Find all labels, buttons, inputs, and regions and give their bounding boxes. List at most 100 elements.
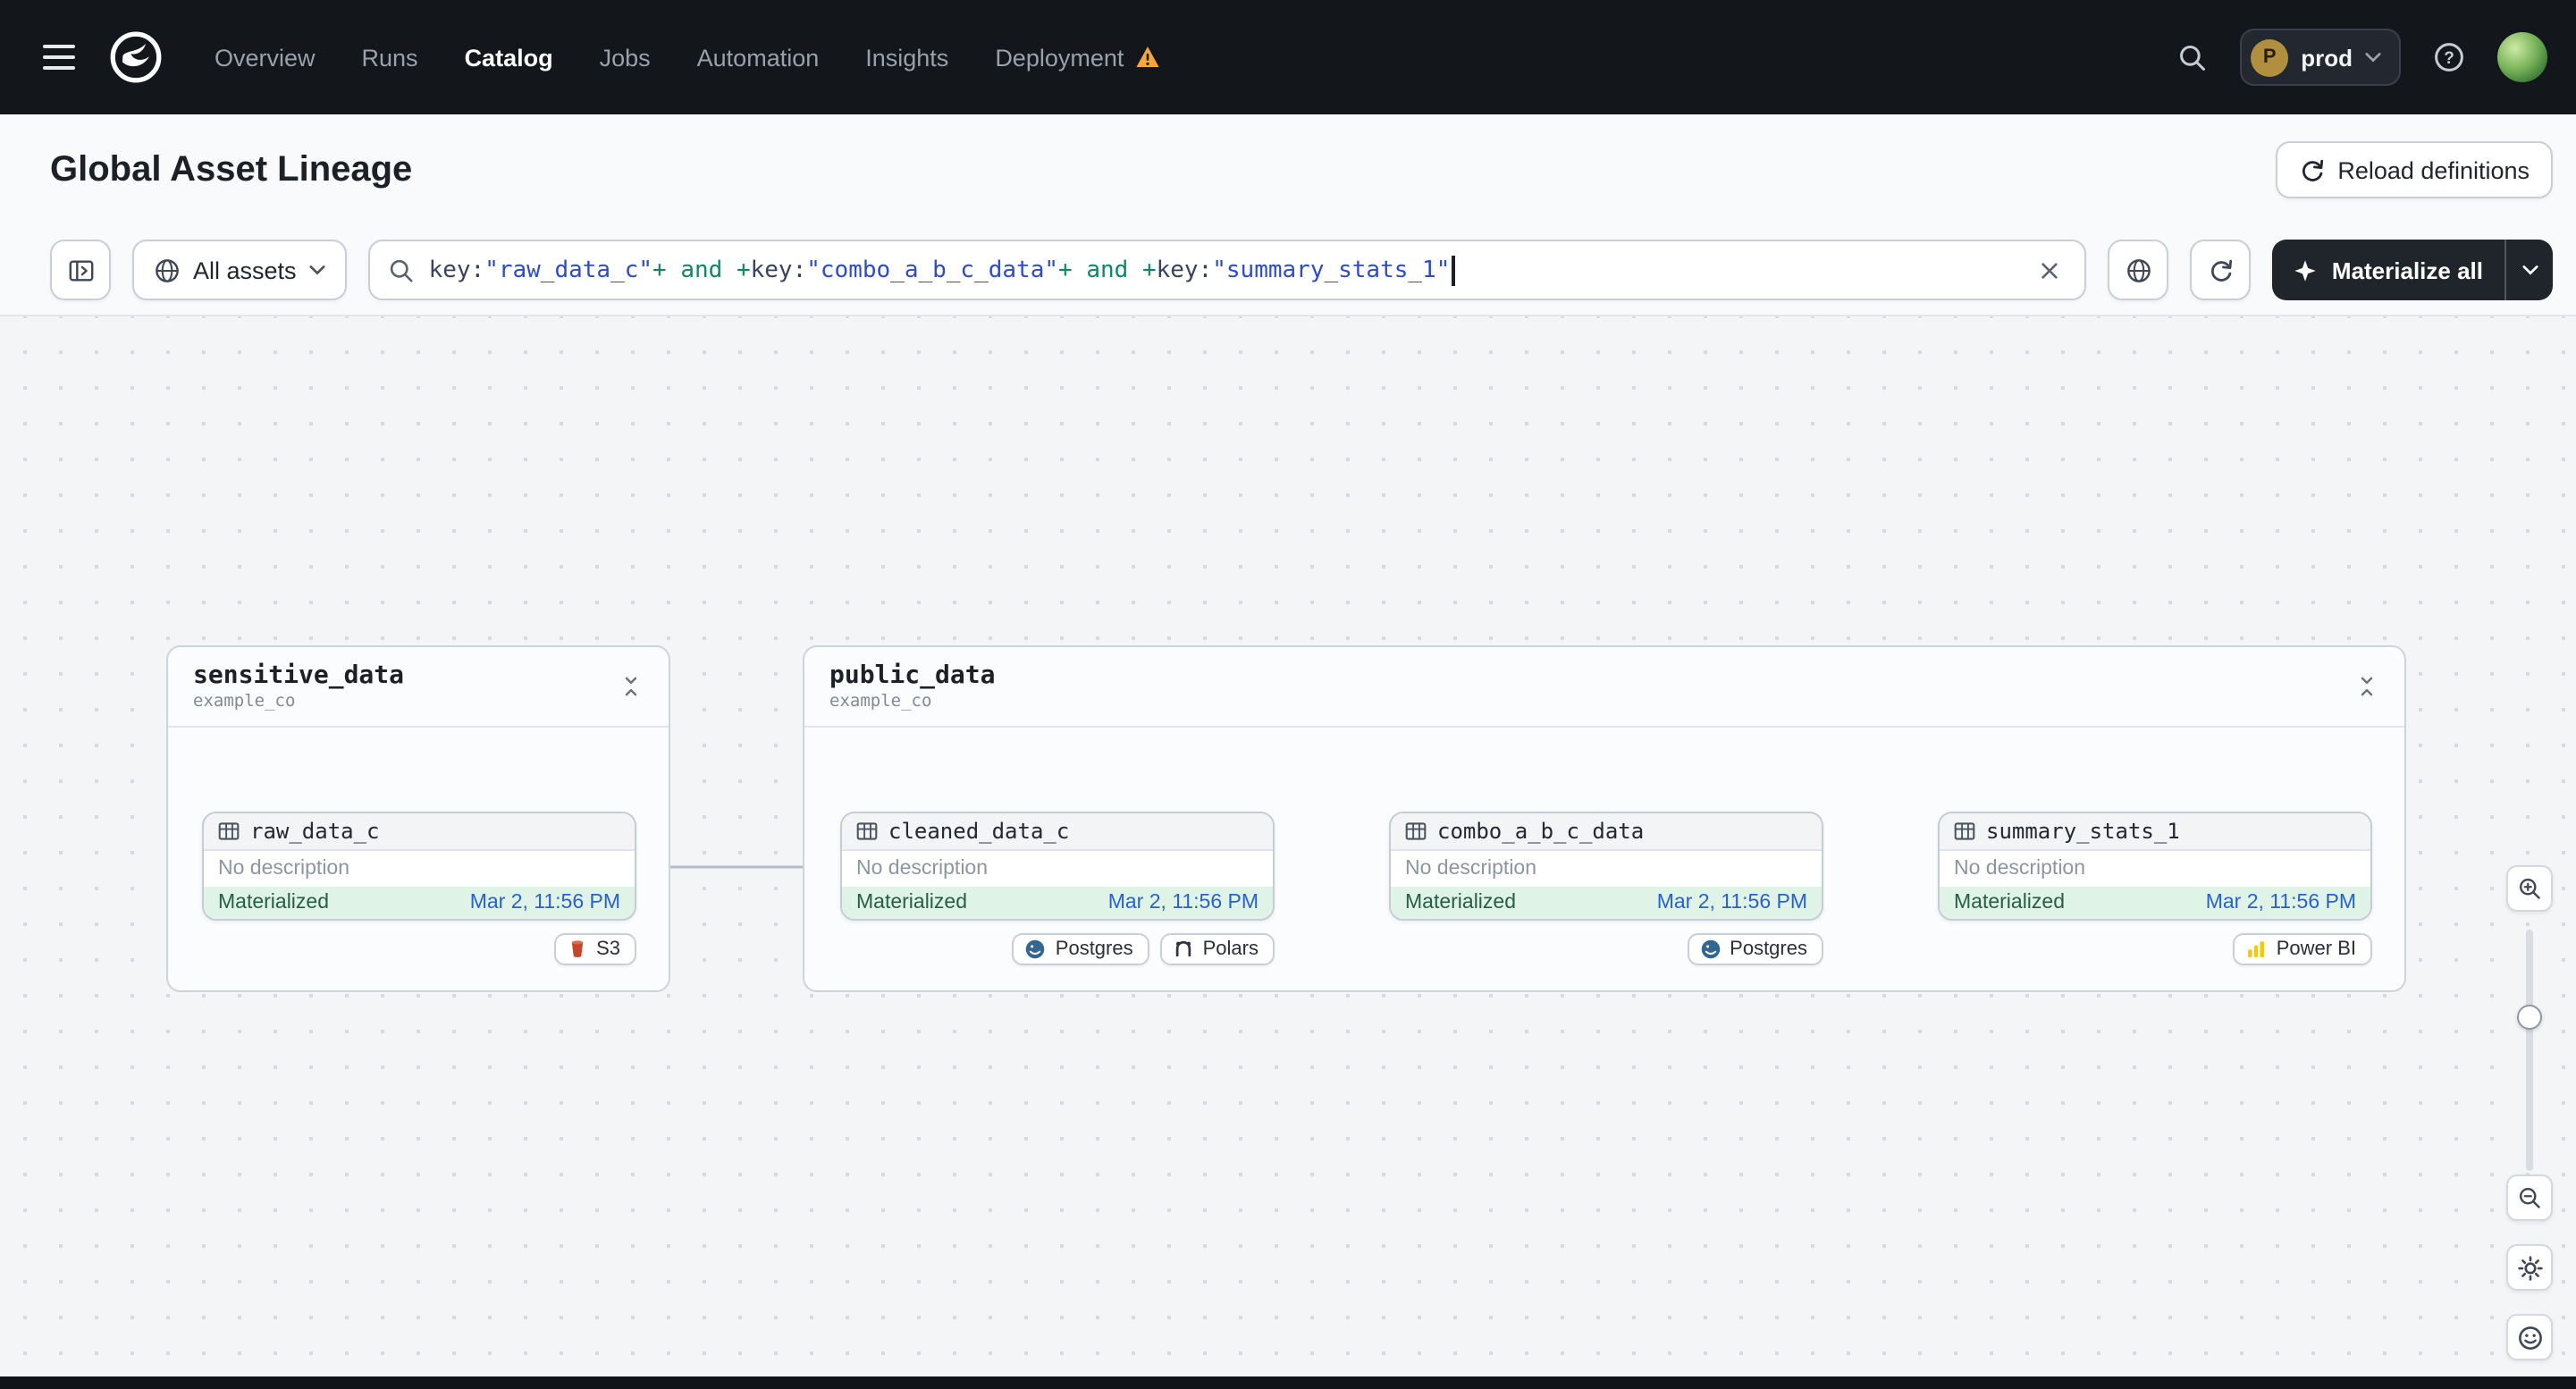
zoom-in-icon [2519,878,2540,899]
open-panel-icon [68,259,93,281]
postgres-icon [1699,939,1721,960]
nav-item-automation[interactable]: Automation [697,44,820,71]
materialize-all-main[interactable]: Materialize all [2273,240,2504,300]
search-icon [388,257,415,283]
zoom-slider-track [2526,930,2533,1171]
chevron-down-icon [309,265,325,275]
nav-item-label: Automation [696,44,820,71]
group-repository: example_co [829,692,932,711]
deployment-name: prod [2301,44,2353,71]
table-icon [1405,821,1427,842]
help-icon: ? [2435,43,2463,72]
zoom-slider[interactable] [2506,930,2553,1171]
asset-name: raw_data_c [250,819,380,844]
asset-node-wrapper: cleaned_data_c No description Materializ… [840,812,1275,965]
asset-name: summary_stats_1 [1986,819,2180,844]
zoom-in-button[interactable] [2506,865,2553,912]
refresh-button[interactable] [2190,240,2252,300]
table-icon [218,821,240,842]
page-title: Global Asset Lineage [50,149,413,189]
zoom-controls [2506,865,2553,1360]
svg-text:?: ? [2444,49,2454,68]
asset-filter-label: All assets [193,257,297,283]
reload-icon [2298,156,2325,183]
lineage-toolbar: All assets key: "raw_data_c" + and + key: "c… [0,225,2576,315]
search-button[interactable] [2165,30,2218,84]
nav-item-jobs[interactable]: Jobs [600,44,651,71]
lineage-canvas[interactable]: sensitive_data example_co raw_data_c No … [0,315,2576,1376]
asset-name: combo_a_b_c_data [1437,819,1645,844]
collapse-icon [622,676,640,697]
lineage-view-button[interactable] [2108,240,2169,300]
nav-item-label: Jobs [599,44,651,71]
asset-node-header: summary_stats_1 [1940,813,2370,851]
reload-label: Reload definitions [2337,156,2530,183]
zoom-out-icon [2519,1187,2540,1208]
nav-item-deployment[interactable]: Deployment [995,44,1159,71]
asset-node-tags: Postgres [1389,933,1823,965]
materialize-options-button[interactable] [2504,240,2553,300]
deployment-switcher[interactable]: P prod [2240,29,2401,86]
nav-item-label: Catalog [464,44,553,71]
clear-search-button[interactable] [2028,248,2071,291]
menu-button[interactable] [29,27,89,88]
materialize-all-button[interactable]: Materialize all [2272,240,2553,300]
materialization-status: Materialized [218,892,329,913]
group-header: sensitive_data example_co [168,647,669,728]
asset-node-combo_a_b_c_data[interactable]: combo_a_b_c_data No description Material… [1389,812,1823,921]
open-panel-button[interactable] [50,240,111,300]
materialization-timestamp[interactable]: Mar 2, 11:56 PM [2206,892,2356,913]
nav-item-overview[interactable]: Overview [215,44,316,71]
collapse-group-button[interactable] [2347,667,2387,706]
nav-items: Overview Runs Catalog Jobs Automation Insight… [215,44,1159,71]
compute-kind-tag-s3[interactable]: S3 [553,933,636,965]
table-icon [856,821,878,842]
compute-kind-tag-power-bi[interactable]: Power BI [2233,933,2372,965]
table-icon [1954,821,1975,842]
query-token: "combo_a_b_c_data" [806,257,1059,283]
gear-icon [2517,1255,2542,1280]
nav-item-catalog[interactable]: Catalog [465,44,553,71]
materialization-timestamp[interactable]: Mar 2, 11:56 PM [1108,892,1259,913]
navbar-right: P prod ? [2165,29,2547,86]
graph-settings-button[interactable] [2506,1244,2553,1291]
asset-description: No description [1940,851,2370,887]
search-icon [2179,45,2205,70]
compute-kind-tag-postgres[interactable]: Postgres [1012,933,1149,965]
zoom-out-button[interactable] [2506,1174,2553,1221]
feedback-button[interactable] [2506,1314,2553,1360]
materialization-timestamp[interactable]: Mar 2, 11:56 PM [1657,892,1807,913]
query-token: and [666,257,737,283]
nav-item-runs[interactable]: Runs [362,44,418,71]
nav-item-label: Overview [215,44,316,71]
query-token: "summary_stats_1" [1212,257,1451,283]
zoom-slider-handle[interactable] [2517,1005,2542,1030]
collapse-group-button[interactable] [611,667,651,706]
tag-label: S3 [596,939,620,960]
reload-definitions-button[interactable]: Reload definitions [2275,141,2553,198]
tag-label: Postgres [1730,939,1807,960]
dagster-logo-icon[interactable] [107,29,164,86]
asset-node-summary_stats_1[interactable]: summary_stats_1 No description Materiali… [1938,812,2372,921]
nav-item-insights[interactable]: Insights [865,44,948,71]
asset-filter-dropdown[interactable]: All assets [132,240,347,300]
asset-node-footer: Materialized Mar 2, 11:56 PM [1391,887,1822,919]
group-name: sensitive_data [193,661,405,690]
asset-node-raw_data_c[interactable]: raw_data_c No description Materialized M… [202,812,636,921]
asset-selection-input[interactable]: key: "raw_data_c" + and + key: "combo_a_b_c_… [367,240,2087,300]
asset-node-wrapper: summary_stats_1 No description Materiali… [1938,812,2372,965]
compute-kind-tag-postgres[interactable]: Postgres [1687,933,1823,965]
tag-label: Power BI [2276,939,2356,960]
asset-node-cleaned_data_c[interactable]: cleaned_data_c No description Materializ… [840,812,1275,921]
materialization-status: Materialized [1405,892,1516,913]
deployment-avatar: P [2251,38,2289,76]
materialization-status: Materialized [1954,892,2065,913]
globe-icon [2127,258,2151,282]
user-avatar[interactable] [2497,32,2547,82]
asset-node-tags: Postgres Polars [840,933,1275,965]
materialization-timestamp[interactable]: Mar 2, 11:56 PM [470,892,620,913]
asset-node-tags: Power BI [1938,933,2372,965]
group-header: public_data example_co [804,647,2404,728]
help-button[interactable]: ? [2422,30,2476,84]
compute-kind-tag-polars[interactable]: Polars [1159,933,1275,965]
